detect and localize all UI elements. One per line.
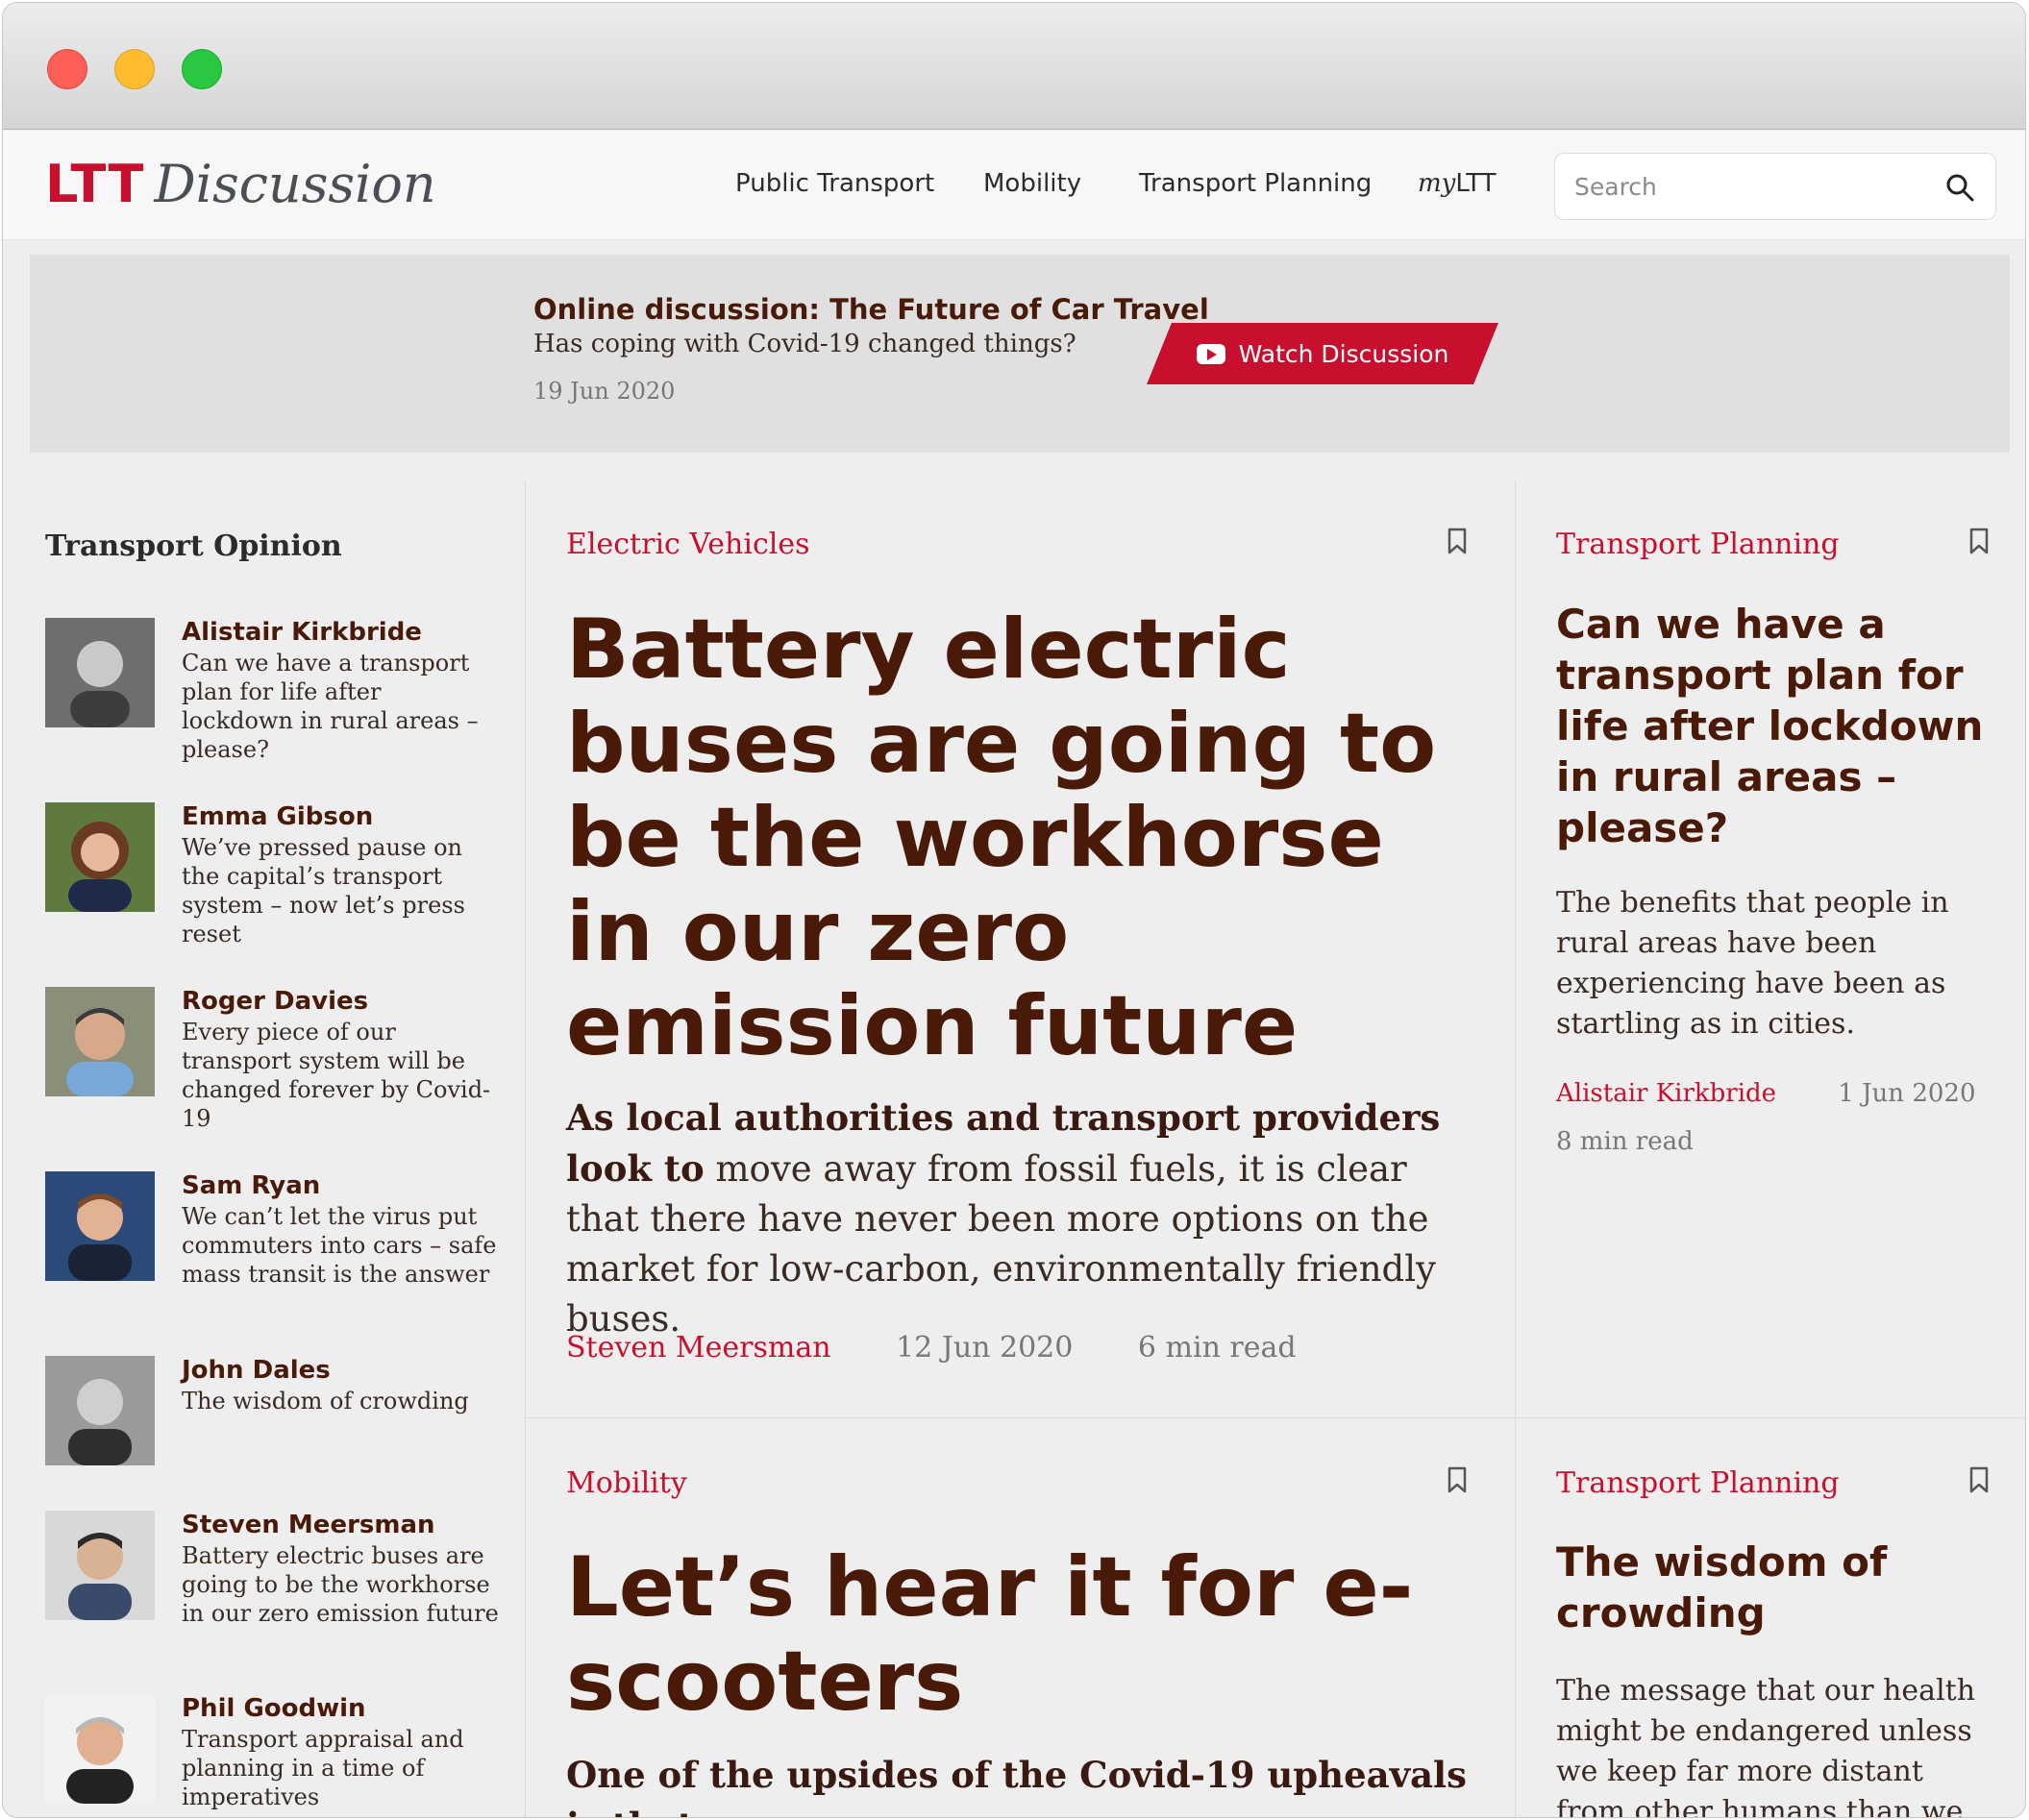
avatar	[45, 802, 155, 912]
featured-author[interactable]: Steven Meersman	[566, 1331, 831, 1365]
right-article-read-time: 8 min read	[1556, 1127, 1694, 1156]
bookmark-icon[interactable]	[1447, 528, 1468, 554]
right-article-category[interactable]: Transport Planning	[1556, 528, 1840, 561]
maximize-window-button[interactable]	[182, 49, 222, 89]
opinion-headline[interactable]: We’ve pressed pause on the capital’s tra…	[182, 833, 499, 948]
opinion-headline[interactable]: We can’t let the virus put commuters int…	[182, 1202, 499, 1289]
watch-discussion-label: Watch Discussion	[1238, 339, 1449, 368]
opinion-headline[interactable]: Every piece of our transport system will…	[182, 1018, 499, 1133]
right-article-2-category[interactable]: Transport Planning	[1556, 1466, 1840, 1500]
column-divider-left	[525, 481, 526, 1817]
right-article-2-excerpt: The message that our health might be end…	[1556, 1674, 1976, 1818]
row-divider	[525, 1417, 2025, 1418]
site-header: LTT Discussion Public Transport Mobility …	[3, 131, 2025, 240]
right-article-date: 1 Jun 2020	[1838, 1079, 1976, 1108]
discussion-banner: Online discussion: The Future of Car Tra…	[30, 255, 2010, 453]
site-logo[interactable]: LTT Discussion	[45, 156, 436, 213]
avatar	[45, 618, 155, 727]
featured-headline[interactable]: Battery electric buses are going to be t…	[566, 603, 1470, 1073]
opinion-headline[interactable]: Transport appraisal and planning in a ti…	[182, 1725, 499, 1811]
watch-discussion-button[interactable]: Watch Discussion	[1147, 323, 1498, 384]
nav-transport-planning[interactable]: Transport Planning	[1139, 169, 1372, 198]
logo-discussion: Discussion	[154, 154, 436, 214]
opinion-item[interactable]: Emma Gibson We’ve pressed pause on the c…	[45, 802, 487, 956]
right-article-excerpt: The benefits that people in rural areas …	[1556, 886, 1949, 1041]
featured-date: 12 Jun 2020	[896, 1331, 1074, 1365]
search-icon[interactable]	[1945, 173, 1974, 202]
featured-lead: As local authorities and transport provi…	[566, 1093, 1470, 1344]
opinion-item[interactable]: John Dales The wisdom of crowding	[45, 1356, 487, 1471]
opinion-item[interactable]: Alistair Kirkbride Can we have a transpo…	[45, 618, 487, 772]
opinion-headline[interactable]: The wisdom of crowding	[182, 1387, 499, 1415]
opinion-author[interactable]: Roger Davies	[182, 987, 368, 1016]
opinion-item[interactable]: Roger Davies Every piece of our transpor…	[45, 987, 490, 1141]
nav-public-transport[interactable]: Public Transport	[735, 169, 934, 198]
bookmark-icon[interactable]	[1447, 1466, 1468, 1493]
opinion-headline[interactable]: Can we have a transport plan for life af…	[182, 649, 499, 764]
right-article-headline[interactable]: Can we have a transport plan for life af…	[1556, 599, 1984, 853]
search-box[interactable]	[1554, 153, 1996, 220]
close-window-button[interactable]	[47, 49, 87, 89]
right-article-2-headline[interactable]: The wisdom of crowding	[1556, 1537, 1984, 1638]
opinion-author[interactable]: Steven Meersman	[182, 1511, 435, 1539]
nav-mobility[interactable]: Mobility	[983, 169, 1081, 198]
featured-meta: Steven Meersman 12 Jun 2020 6 min read	[566, 1331, 1297, 1365]
column-divider-right	[1515, 481, 1516, 1817]
browser-window: LTT Discussion Public Transport Mobility …	[2, 2, 2026, 1818]
nav-myltt-prefix: my	[1418, 169, 1456, 198]
second-article-lead-bold: One of the upsides of the Covid-19 uphea…	[566, 1754, 1467, 1817]
window-titlebar	[3, 3, 2025, 130]
avatar	[45, 987, 155, 1096]
nav-myltt-suffix: LTT	[1455, 169, 1497, 198]
bookmark-icon[interactable]	[1968, 1466, 1990, 1493]
banner-date: 19 Jun 2020	[533, 378, 676, 405]
second-article-lead: One of the upsides of the Covid-19 uphea…	[566, 1750, 1470, 1817]
featured-category[interactable]: Electric Vehicles	[566, 528, 810, 561]
opinion-author[interactable]: John Dales	[182, 1356, 331, 1385]
avatar	[45, 1171, 155, 1281]
opinion-author[interactable]: Emma Gibson	[182, 802, 373, 831]
banner-title[interactable]: Online discussion: The Future of Car Tra…	[533, 293, 1209, 326]
sidebar-title: Transport Opinion	[45, 529, 342, 563]
youtube-play-icon	[1196, 343, 1225, 364]
bookmark-icon[interactable]	[1968, 528, 1990, 554]
right-article-meta: Alistair Kirkbride 1 Jun 2020	[1556, 1079, 1975, 1108]
search-input[interactable]	[1574, 165, 1920, 208]
avatar	[45, 1694, 155, 1804]
opinion-item[interactable]: Phil Goodwin Transport appraisal and pla…	[45, 1694, 487, 1817]
opinion-headline[interactable]: Battery electric buses are going to be t…	[182, 1541, 499, 1628]
avatar	[45, 1511, 155, 1620]
avatar	[45, 1356, 155, 1465]
banner-subtitle: Has coping with Covid-19 changed things?	[533, 330, 1076, 358]
opinion-item[interactable]: Steven Meersman Battery electric buses a…	[45, 1511, 499, 1664]
opinion-item[interactable]: Sam Ryan We can’t let the virus put comm…	[45, 1171, 497, 1325]
opinion-author[interactable]: Sam Ryan	[182, 1171, 320, 1200]
right-article-author[interactable]: Alistair Kirkbride	[1556, 1079, 1776, 1108]
opinion-author[interactable]: Phil Goodwin	[182, 1694, 366, 1723]
watch-discussion-content: Watch Discussion	[1159, 323, 1486, 384]
minimize-window-button[interactable]	[114, 49, 155, 89]
second-article-headline[interactable]: Let’s hear it for e-scooters	[566, 1540, 1470, 1729]
nav-myltt[interactable]: myLTT	[1418, 169, 1497, 198]
opinion-author[interactable]: Alistair Kirkbride	[182, 618, 422, 647]
second-article-category[interactable]: Mobility	[566, 1466, 687, 1500]
featured-read-time: 6 min read	[1137, 1331, 1297, 1365]
logo-ltt: LTT	[45, 154, 145, 214]
